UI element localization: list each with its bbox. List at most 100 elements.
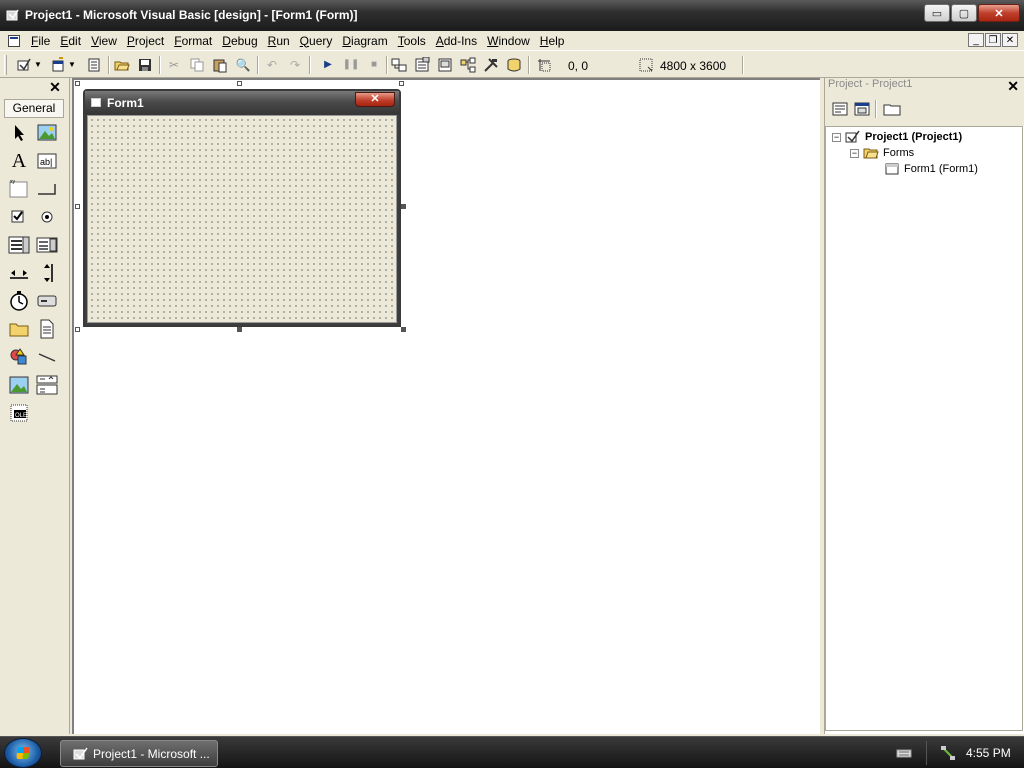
combobox-tool-icon[interactable] [8,234,30,256]
resize-handle-top-right [399,81,404,86]
filelistbox-tool-icon[interactable] [36,318,58,340]
toolbox-general-tab[interactable]: General [4,99,64,118]
checkbox-tool-icon[interactable] [8,206,30,228]
menu-file[interactable]: File [26,34,55,48]
resize-handle-bottom[interactable] [237,327,242,332]
open-project-icon[interactable] [114,57,130,73]
menu-add-ins[interactable]: Add-Ins [431,34,482,48]
resize-handle-right[interactable] [401,204,406,209]
add-project-icon[interactable] [16,57,32,73]
taskbar: Project1 - Microsoft ... 4:55 PM [0,736,1024,768]
tree-node-forms[interactable]: − Forms [850,146,914,160]
vscrollbar-tool-icon[interactable] [36,262,58,284]
toolbar-separator [257,56,259,74]
menu-editor-icon[interactable] [86,57,102,73]
undo-icon[interactable]: ↶ [264,57,280,73]
menu-help[interactable]: Help [535,34,570,48]
add-form-icon[interactable] [50,57,66,73]
textbox-tool-icon[interactable]: ab| [36,150,58,172]
view-code-icon[interactable] [831,100,849,118]
toolbox-close-icon[interactable]: ✕ [48,80,62,94]
mdi-close-button[interactable]: ✕ [1002,33,1018,47]
listbox-tool-icon[interactable] [36,234,58,256]
standard-toolbar: ▼ ▼ ✂ 🔍 ↶ ↷ ▶ ❚❚ ■ 0, 0 4800 x 3600 [0,50,1024,78]
redo-icon[interactable]: ↷ [287,57,303,73]
tree-node-form1[interactable]: Form1 (Form1) [884,162,978,176]
taskbar-task-vb[interactable]: Project1 - Microsoft ... [60,740,218,767]
network-icon[interactable] [940,745,956,761]
minimize-button[interactable]: ▭ [924,4,950,22]
menu-edit[interactable]: Edit [55,34,86,48]
start-run-icon[interactable]: ▶ [320,57,336,73]
ole-tool-icon[interactable]: OLE [8,402,30,424]
object-browser-icon[interactable] [460,57,476,73]
shape-tool-icon[interactable] [8,346,30,368]
project-explorer-header: Project - Project1 ✕ [825,78,1024,126]
start-button[interactable] [4,738,42,768]
form1-designer-window[interactable]: Form1 ✕ [83,89,401,327]
save-project-icon[interactable] [137,57,153,73]
document-icon[interactable] [8,34,20,47]
cut-icon[interactable]: ✂ [166,57,182,73]
menu-run[interactable]: Run [263,34,295,48]
collapse-icon[interactable]: − [832,132,841,142]
project-explorer-icon[interactable] [391,57,407,73]
form1-client-grid[interactable] [87,115,397,323]
frame-tool-icon[interactable]: xy [8,178,30,200]
menu-format[interactable]: Format [169,34,217,48]
line-tool-icon[interactable] [36,346,58,368]
mdi-restore-button[interactable]: ❐ [985,33,1001,47]
menu-window[interactable]: Window [482,34,535,48]
find-icon[interactable]: 🔍 [235,57,251,73]
form-close-button[interactable]: ✕ [355,92,395,107]
menu-debug[interactable]: Debug [217,34,262,48]
close-button[interactable]: ✕ [978,4,1020,22]
form-designer-area[interactable]: Form1 ✕ [72,78,820,734]
resize-handle-bottom-left [75,327,80,332]
dirlistbox-tool-icon[interactable] [8,318,30,340]
toolbar-separator [742,56,744,74]
resize-handle-bottom-right[interactable] [401,327,406,332]
position-icon [538,59,551,72]
toolbar-separator [108,56,110,74]
vb-app-icon [6,9,19,21]
hscrollbar-tool-icon[interactable] [8,262,30,284]
tray-separator [926,741,927,765]
picturebox-tool-icon[interactable] [36,122,58,144]
project-icon [845,130,860,143]
optionbutton-tool-icon[interactable] [36,206,58,228]
toolbar-grip[interactable] [4,55,7,75]
properties-window-icon[interactable] [414,57,430,73]
menu-tools[interactable]: Tools [393,34,431,48]
project-tree[interactable]: − Project1 (Project1) − Forms Form1 (For… [825,126,1023,731]
mdi-minimize-button[interactable]: _ [968,33,984,47]
view-object-icon[interactable] [853,100,871,118]
maximize-button[interactable]: ▢ [951,4,977,22]
dropdown-arrow-icon[interactable]: ▼ [68,57,76,73]
collapse-icon[interactable]: − [850,148,859,158]
copy-icon[interactable] [189,57,205,73]
toggle-folders-icon[interactable] [883,100,901,118]
label-tool-icon[interactable]: A [8,150,30,172]
form-layout-icon[interactable] [437,57,453,73]
menu-view[interactable]: View [86,34,122,48]
toolbox-icon[interactable] [483,57,499,73]
image-tool-icon[interactable] [8,374,30,396]
tree-node-project[interactable]: − Project1 (Project1) [832,129,962,145]
data-view-icon[interactable] [506,57,522,73]
project-explorer-close-icon[interactable]: ✕ [1007,78,1019,95]
data-tool-icon[interactable] [36,374,58,396]
dropdown-arrow-icon[interactable]: ▼ [34,57,42,73]
keyboard-icon[interactable] [896,747,912,759]
paste-icon[interactable] [212,57,228,73]
menu-diagram[interactable]: Diagram [337,34,392,48]
menu-query[interactable]: Query [295,34,338,48]
menu-project[interactable]: Project [122,34,169,48]
pointer-tool-icon[interactable] [8,122,30,144]
form1-title-bar[interactable]: Form1 ✕ [85,91,399,115]
break-icon[interactable]: ❚❚ [343,57,360,73]
drivelistbox-tool-icon[interactable] [36,290,58,312]
end-icon[interactable]: ■ [366,57,382,73]
commandbutton-tool-icon[interactable] [36,178,58,200]
timer-tool-icon[interactable] [8,290,30,312]
